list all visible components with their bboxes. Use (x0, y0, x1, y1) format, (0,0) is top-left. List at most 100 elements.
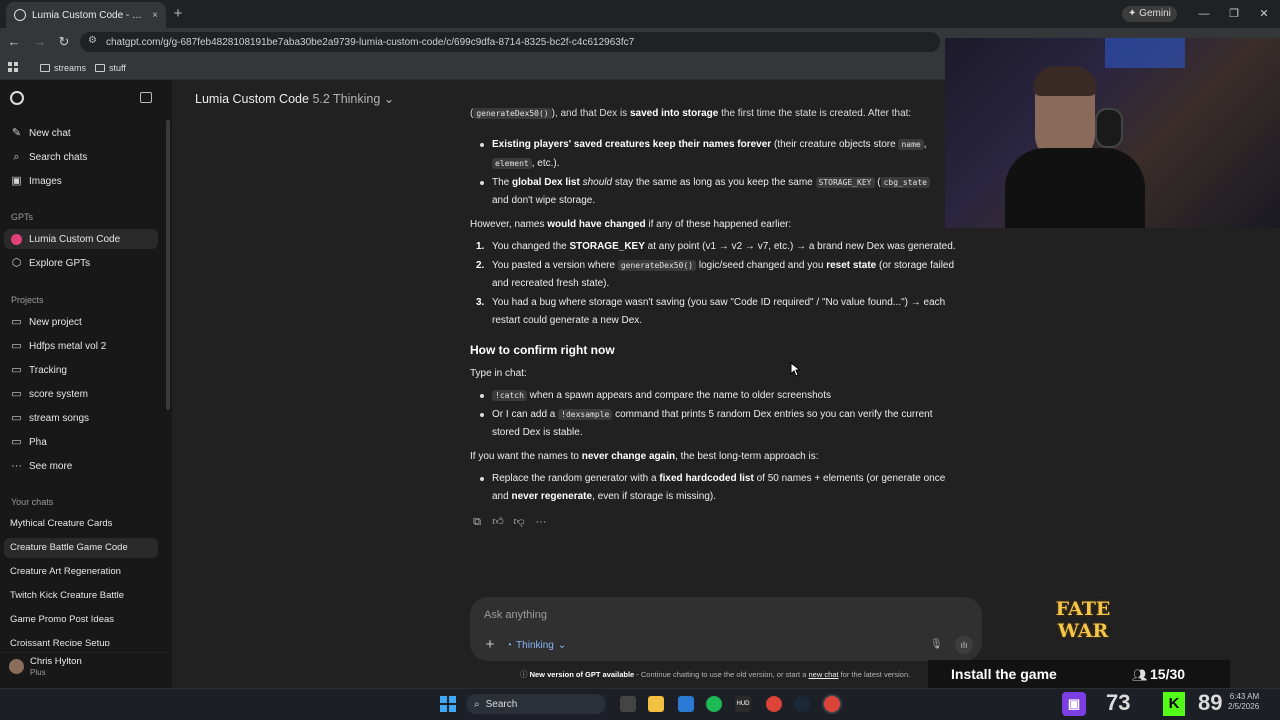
sidebar-item-images[interactable]: ▣ Images (4, 171, 158, 191)
thumbs-up-icon[interactable]: 👍︎ (491, 515, 505, 529)
notepad-icon[interactable] (678, 696, 694, 712)
chat-history-item[interactable]: Creature Art Regeneration (4, 562, 158, 582)
edit-icon: ✎ (11, 126, 22, 139)
gpts-heading: GPTs (11, 212, 34, 222)
apps-grid-icon[interactable] (8, 62, 18, 72)
windows-start-icon[interactable] (440, 696, 456, 712)
bullet-dot (480, 394, 484, 398)
folder-icon (40, 64, 50, 72)
taskbar-search-label: Search (485, 698, 518, 710)
message-line: You pasted a version where generateDex50… (492, 260, 955, 271)
sidebar-item-project[interactable]: ▭ Hdfps metal vol 2 (4, 336, 158, 356)
more-actions-icon[interactable]: ··· (534, 515, 548, 529)
sidebar-scrollbar[interactable] (166, 120, 170, 410)
taskbar-search[interactable]: ⌕ Search (466, 694, 606, 714)
message-line: stored Dex is stable. (492, 427, 583, 438)
message-line: However, names would have changed if any… (470, 219, 792, 230)
message-line: Replace the random generator with a fixe… (492, 473, 946, 484)
sidebar-item-search-chats[interactable]: ⌕ Search chats (4, 147, 158, 167)
prompt-input[interactable] (484, 606, 884, 624)
sidebar-item-explore-gpts[interactable]: ⬡ Explore GPTs (4, 253, 158, 273)
maximize-button[interactable]: ❐ (1226, 6, 1242, 22)
notice-text: - Continue chatting to use the old versi… (634, 670, 809, 679)
sidebar-item-project[interactable]: ▭ Pha (4, 432, 158, 452)
chat-history-item[interactable]: Twitch Kick Creature Battle (4, 586, 158, 606)
copy-icon[interactable]: ⧉ (470, 515, 484, 529)
voice-mode-button[interactable]: ılı (955, 636, 973, 654)
chrome-active-icon[interactable] (824, 696, 840, 712)
reload-button[interactable]: ↻ (56, 34, 72, 50)
site-info-icon[interactable]: ⚙ (88, 35, 97, 46)
sidebar-item-label: Pha (29, 436, 47, 448)
twitch-viewer-count: 73 (1106, 690, 1131, 715)
message-line: Existing players' saved creatures keep t… (492, 139, 927, 150)
sidebar-item-see-more[interactable]: ··· See more (4, 456, 158, 476)
info-icon: ⓘ (520, 670, 530, 679)
thumbs-down-icon[interactable]: 👎︎ (512, 515, 526, 529)
sidebar-item-label: New chat (29, 127, 71, 139)
chat-history-item[interactable]: Game Promo Post Ideas (4, 610, 158, 630)
new-chat-link[interactable]: new chat (808, 670, 838, 679)
user-menu[interactable] (0, 652, 172, 684)
user-plan: Plus (30, 668, 46, 677)
close-window-button[interactable]: ✕ (1256, 6, 1272, 22)
sidebar-item-label: Tracking (29, 364, 67, 376)
gemini-button[interactable]: ✦ Gemini (1122, 6, 1177, 22)
more-dots-icon: ··· (11, 459, 22, 472)
message-line: Type in chat: (470, 368, 527, 379)
spotify-icon[interactable] (706, 696, 722, 712)
folder-icon: ▭ (11, 363, 22, 376)
clock-time: 6:43 AM (1229, 692, 1260, 701)
hud-fx-icon[interactable]: HUD (735, 696, 751, 712)
model-selector[interactable]: Lumia Custom Code 5.2 Thinking ⌄ (195, 91, 394, 106)
chrome-icon[interactable] (766, 696, 782, 712)
chat-history-item-active[interactable]: Creature Battle Game Code (4, 538, 158, 558)
fate-war-logo: FATE WAR (1055, 598, 1111, 642)
chat-history-item[interactable]: Mythical Creature Cards (4, 514, 158, 534)
thinking-mode-button[interactable]: ◔ Thinking ⌄ (506, 637, 566, 653)
message-line: restart could generate a new Dex. (492, 315, 643, 326)
folder-icon (95, 64, 105, 72)
chat-history-item[interactable]: Croissant Recipe Setup (4, 634, 158, 646)
list-number: 2. (476, 260, 485, 271)
address-bar[interactable]: ⚙ chatgpt.com/g/g-687feb4828108191be7aba… (80, 32, 940, 52)
sidebar-item-new-project[interactable]: ▭ New project (4, 312, 158, 332)
microphone-icon[interactable]: 🎙︎ (930, 639, 943, 651)
bookmark-stuff[interactable]: stuff (95, 60, 126, 76)
toggle-sidebar-icon[interactable] (140, 92, 152, 103)
sidebar-item-project[interactable]: ▭ score system (4, 384, 158, 404)
steam-icon[interactable] (794, 696, 810, 712)
model-name: 5.2 Thinking (312, 92, 381, 106)
new-tab-button[interactable]: + (170, 6, 186, 22)
system-clock[interactable]: 6:43 AM 2/5/2026 (1228, 692, 1259, 712)
install-game-text: Install the game (951, 666, 1057, 682)
add-attachment-button[interactable]: + (482, 637, 498, 653)
tab-title: Lumia Custom Code - Creature (32, 9, 146, 21)
notice-text-end: for the latest version. (838, 670, 911, 679)
sidebar-item-lumia-custom-code[interactable]: Lumia Custom Code (4, 229, 158, 249)
url-text: chatgpt.com/g/g-687feb4828108191be7aba30… (106, 36, 635, 48)
chevron-down-icon: ⌄ (557, 639, 567, 651)
browser-tab[interactable]: Lumia Custom Code - Creature × (6, 2, 166, 28)
section-heading: How to confirm right now (470, 343, 615, 357)
folder-icon: ▭ (11, 435, 22, 448)
streamer-hair (1033, 66, 1097, 96)
chatgpt-logo-icon[interactable] (10, 91, 24, 105)
sidebar-item-project[interactable]: ▭ Tracking (4, 360, 158, 380)
sidebar-item-label: Hdfps metal vol 2 (29, 340, 107, 352)
bookmark-streams[interactable]: streams (40, 60, 86, 76)
close-tab-icon[interactable]: × (152, 10, 158, 21)
sidebar-item-new-chat[interactable]: ✎ New chat (4, 123, 158, 143)
sidebar-item-label: score system (29, 388, 88, 400)
message-line: and never regenerate, even if storage is… (492, 491, 717, 502)
sidebar-item-project[interactable]: ▭ stream songs (4, 408, 158, 428)
forward-button[interactable]: → (32, 34, 48, 50)
message-line: (generateDex50()), and that Dex is saved… (470, 108, 912, 119)
sidebar-item-label: See more (29, 460, 73, 472)
file-explorer-icon[interactable] (648, 696, 664, 712)
task-view-icon[interactable] (620, 696, 636, 712)
players-count: 15/30 (1150, 666, 1186, 682)
minimize-button[interactable]: — (1196, 6, 1212, 22)
search-icon: ⌕ (13, 150, 20, 163)
back-button[interactable]: ← (6, 34, 22, 50)
